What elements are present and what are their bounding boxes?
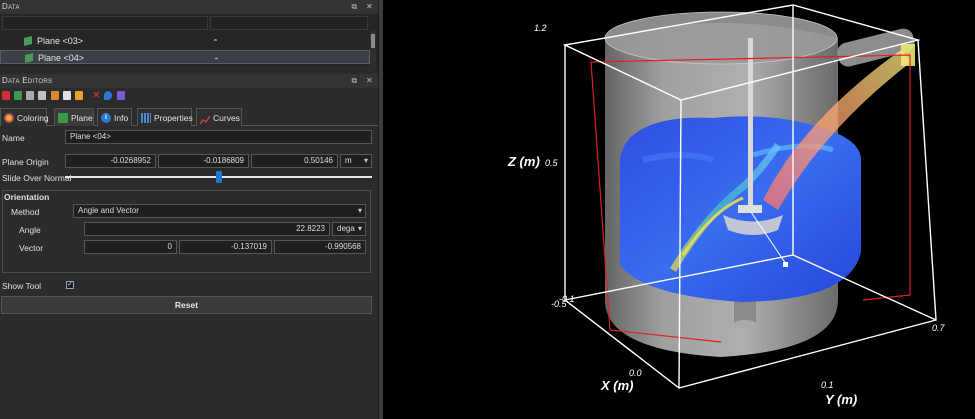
undock-icon[interactable]: ⧉	[351, 2, 357, 11]
tool-plane-icon[interactable]	[14, 91, 22, 100]
tab-label: Coloring	[17, 113, 49, 123]
editors-panel-title: Data Editors	[2, 76, 53, 85]
editors-panel-header: Data Editors ⧉ ✕	[0, 74, 378, 88]
tick-label: 0.5	[545, 158, 559, 168]
angle-unit-select[interactable]: dega	[332, 222, 366, 236]
show-tool-label: Show Tool	[2, 281, 42, 291]
tool-text-icon[interactable]	[75, 91, 83, 100]
palette-icon	[4, 113, 14, 123]
tab-label: Info	[114, 113, 129, 123]
tab-plane[interactable]: Plane	[54, 108, 94, 126]
tool-stats-icon[interactable]	[117, 91, 125, 100]
editor-tabs: Coloring Plane i Info Properties Curves	[0, 108, 378, 126]
vector-z-field[interactable]: -0.990568	[274, 240, 366, 254]
tick-label: 1.2	[534, 23, 547, 33]
tab-properties[interactable]: Properties	[137, 108, 193, 126]
origin-unit-select[interactable]: m	[340, 154, 372, 168]
close-icon[interactable]: ✕	[366, 2, 373, 11]
x-axis-label: X (m)	[600, 378, 634, 393]
data-tree: Plane <03> ◓ Plane <04> ◒	[0, 14, 378, 66]
y-axis-label: Y (m)	[825, 392, 857, 407]
tree-column-header-name[interactable]	[2, 16, 208, 30]
origin-label: Plane Origin	[2, 157, 49, 167]
origin-x-field[interactable]: -0.0268952	[65, 154, 156, 168]
method-label: Method	[11, 207, 40, 217]
name-label: Name	[2, 133, 25, 143]
data-panel-header: Data ⧉ ✕	[0, 0, 378, 14]
curves-icon	[199, 113, 211, 125]
angle-unit-value: dega	[337, 224, 355, 233]
orientation-title: Orientation	[4, 192, 50, 202]
data-panel-title: Data	[2, 2, 20, 11]
vector-y-field[interactable]: -0.137019	[179, 240, 272, 254]
tab-label: Properties	[154, 113, 193, 123]
tool-copy-icon[interactable]	[38, 91, 46, 100]
plane-icon	[24, 36, 32, 46]
origin-unit-value: m	[345, 156, 352, 165]
origin-z-field[interactable]: 0.50146	[251, 154, 338, 168]
info-icon: i	[101, 113, 111, 123]
tool-filter-icon[interactable]	[26, 91, 34, 100]
tree-row-plane-03[interactable]: Plane <03> ◓	[0, 34, 370, 48]
vector-label: Vector	[19, 243, 44, 253]
tool-cylinder-icon[interactable]	[51, 91, 59, 100]
z-axis-label: Z (m)	[507, 154, 540, 169]
vector-x-field[interactable]: 0	[84, 240, 177, 254]
tree-row-plane-04[interactable]: Plane <04> ◒	[0, 50, 370, 64]
tick-label: -0.5	[551, 299, 568, 309]
tab-label: Curves	[213, 113, 240, 123]
method-select[interactable]: Angle and Vector	[73, 204, 366, 218]
plane-icon	[25, 53, 33, 63]
origin-y-field[interactable]: -0.0186809	[158, 154, 249, 168]
angle-field[interactable]: 22.8223	[84, 222, 330, 236]
tree-scrollbar[interactable]	[370, 30, 376, 66]
show-tool-checkbox[interactable]: ✓	[66, 281, 74, 289]
name-field[interactable]: Plane <04>	[65, 130, 372, 144]
eye-visible-icon[interactable]: ◒	[214, 51, 219, 65]
tab-info[interactable]: i Info	[97, 108, 132, 126]
tool-drop-icon[interactable]	[104, 91, 112, 100]
tab-curves[interactable]: Curves	[196, 108, 242, 126]
tool-document-icon[interactable]	[63, 91, 71, 100]
tick-label: 0.1	[821, 380, 834, 390]
tool-delete-icon[interactable]: ✕	[92, 91, 100, 101]
tree-row-label: Plane <03>	[37, 36, 84, 46]
angle-label: Angle	[19, 225, 41, 235]
tick-label: 0.7	[932, 323, 946, 333]
eye-hidden-icon[interactable]: ◓	[213, 34, 218, 48]
tab-coloring[interactable]: Coloring	[0, 108, 49, 126]
tool-red-cube-icon[interactable]	[2, 91, 10, 100]
slide-slider-handle[interactable]	[215, 171, 222, 183]
editor-toolbar: ✕	[0, 89, 378, 103]
close-icon[interactable]: ✕	[366, 76, 373, 85]
properties-icon	[141, 113, 151, 123]
reset-button[interactable]: Reset	[1, 296, 372, 314]
slide-label: Slide Over Normal	[2, 173, 72, 183]
method-value: Angle and Vector	[78, 206, 139, 215]
tick-label: 0.0	[629, 368, 642, 378]
left-panel: Data ⧉ ✕ Plane <03> ◓ Plane <04> ◒ Data …	[0, 0, 378, 419]
3d-viewport[interactable]: Z (m) X (m) Y (m) 1.2 0.5 -0.1 -0.5 0.0 …	[383, 0, 975, 419]
undock-icon[interactable]: ⧉	[351, 76, 357, 85]
tree-row-label: Plane <04>	[38, 53, 85, 63]
viewport-canvas: Z (m) X (m) Y (m) 1.2 0.5 -0.1 -0.5 0.0 …	[507, 4, 946, 407]
tab-label: Plane	[71, 113, 93, 123]
tree-column-header-visibility[interactable]	[210, 16, 368, 30]
plane-icon	[58, 113, 68, 123]
